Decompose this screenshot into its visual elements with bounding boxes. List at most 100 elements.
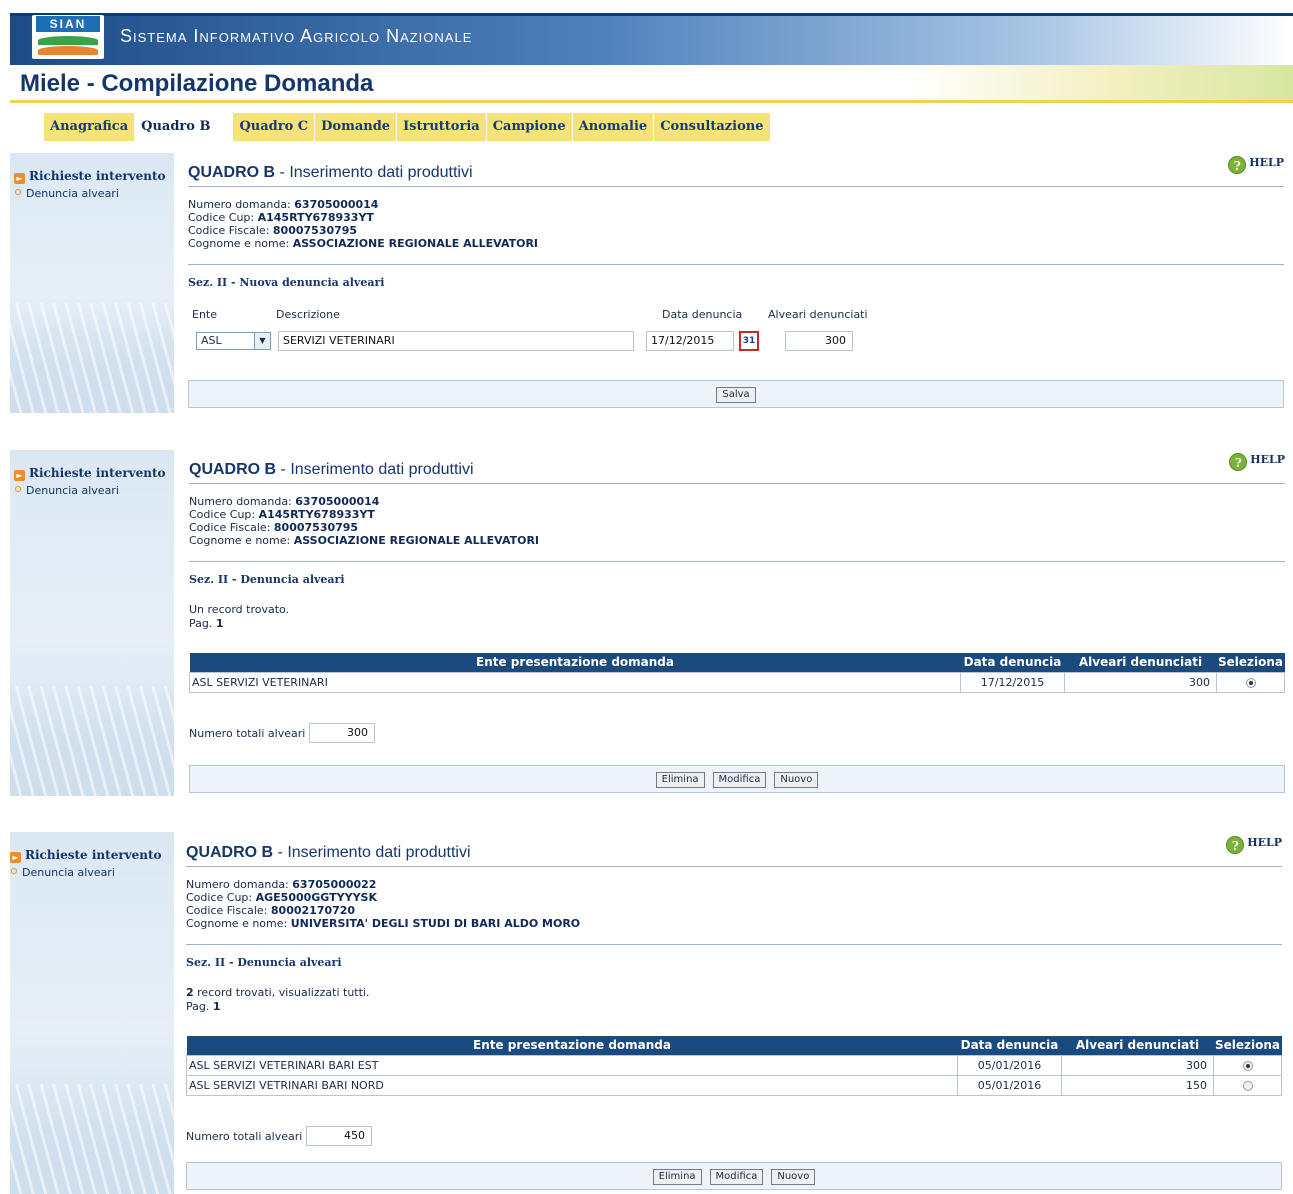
chevron-down-icon[interactable]: ▼ bbox=[254, 333, 270, 349]
sidebar-item-richieste[interactable]: ► Richieste intervento bbox=[10, 848, 162, 863]
title-strong: QUADRO B bbox=[186, 844, 274, 861]
totali-input[interactable]: 300 bbox=[309, 723, 375, 743]
arrow-right-icon: ► bbox=[14, 173, 25, 184]
help-icon: ? bbox=[1228, 156, 1247, 174]
ente-select[interactable]: ASL ▼ bbox=[196, 332, 271, 350]
value-cup: A145RTY678933YT bbox=[257, 211, 374, 224]
bullet-icon bbox=[11, 868, 17, 874]
help-link[interactable]: ? HELP bbox=[1226, 836, 1282, 854]
page-number: 1 bbox=[212, 1000, 221, 1013]
sidebar-item-label: Richieste intervento bbox=[29, 169, 166, 183]
button-bar: Elimina Modifica Nuovo bbox=[186, 1162, 1282, 1190]
divider bbox=[189, 561, 1285, 562]
sidebar-item-denuncia[interactable]: Denuncia alveari bbox=[14, 187, 119, 200]
value-nome: ASSOCIAZIONE REGIONALE ALLEVATORI bbox=[293, 534, 540, 547]
table-row[interactable]: ASL SERVIZI VETERINARI BARI EST 05/01/20… bbox=[186, 1054, 1282, 1076]
elimina-button[interactable]: Elimina bbox=[652, 1169, 702, 1185]
records-message: Un record trovato. Pag. 1 bbox=[189, 603, 289, 631]
sidebar-item-denuncia[interactable]: Denuncia alveari bbox=[10, 866, 115, 879]
divider bbox=[189, 483, 1285, 484]
label-descrizione: Descrizione bbox=[276, 308, 340, 321]
page-title: QUADRO B - Inserimento dati produttivi bbox=[189, 461, 474, 479]
cell-seleziona bbox=[1216, 671, 1285, 693]
ente-select-value: ASL bbox=[201, 334, 222, 347]
label-cup: Codice Cup: bbox=[189, 508, 259, 521]
col-seleziona: Seleziona bbox=[1213, 1036, 1282, 1055]
cell-alveari: 300 bbox=[1061, 1054, 1214, 1076]
select-radio[interactable] bbox=[1242, 1060, 1253, 1071]
section-title: Sez. II - Denuncia alveari bbox=[186, 956, 342, 969]
menu-tab-consultazione[interactable]: Consultazione bbox=[654, 113, 771, 141]
sidebar-item-denuncia[interactable]: Denuncia alveari bbox=[14, 484, 119, 497]
col-ente: Ente presentazione domanda bbox=[189, 653, 961, 672]
select-radio[interactable] bbox=[1245, 677, 1256, 688]
salva-button[interactable]: Salva bbox=[716, 387, 756, 403]
divider bbox=[186, 944, 1282, 945]
value-numero: 63705000022 bbox=[292, 878, 377, 891]
value-cup: AGE5000GGTYYYSK bbox=[255, 891, 377, 904]
panel-nuova-denuncia: ? HELP QUADRO B - Inserimento dati produt… bbox=[188, 156, 1284, 408]
modifica-button[interactable]: Modifica bbox=[712, 772, 767, 788]
sidebar-item-richieste[interactable]: ► Richieste intervento bbox=[14, 466, 166, 481]
table-row[interactable]: ASL SERVIZI VETRINARI BARI NORD 05/01/20… bbox=[186, 1074, 1282, 1096]
select-radio[interactable] bbox=[1242, 1080, 1253, 1091]
divider bbox=[188, 186, 1284, 187]
menu-tab-domande[interactable]: Domande bbox=[315, 113, 398, 141]
logo-wave-green bbox=[38, 36, 98, 45]
cell-ente: ASL SERVIZI VETERINARI bbox=[189, 671, 961, 693]
bullet-icon bbox=[15, 486, 21, 492]
header-underline bbox=[10, 100, 1293, 103]
table-row[interactable]: ASL SERVIZI VETERINARI 17/12/2015 300 bbox=[189, 671, 1285, 693]
label-ente: Ente bbox=[192, 308, 218, 321]
descrizione-input[interactable]: SERVIZI VETERINARI bbox=[278, 331, 634, 351]
cell-alveari: 150 bbox=[1061, 1074, 1214, 1096]
value-numero: 63705000014 bbox=[295, 495, 380, 508]
arrow-right-icon: ► bbox=[10, 852, 21, 863]
label-nome: Cognome e nome: bbox=[189, 534, 294, 547]
title-rest: - Inserimento dati produttivi bbox=[275, 164, 473, 181]
sidebar-item-label: Richieste intervento bbox=[29, 466, 166, 480]
page-label: Pag. bbox=[186, 1000, 213, 1013]
alveari-input[interactable]: 300 bbox=[785, 331, 853, 351]
menu-tab-anagrafica[interactable]: Anagrafica bbox=[44, 113, 136, 141]
sidebar: ► Richieste intervento Denuncia alveari bbox=[10, 153, 174, 413]
nuovo-button[interactable]: Nuovo bbox=[774, 772, 819, 788]
help-link[interactable]: ? HELP bbox=[1229, 453, 1285, 471]
value-cf: 80002170720 bbox=[270, 904, 356, 917]
value-cf: 80007530795 bbox=[272, 224, 358, 237]
label-numero: Numero domanda: bbox=[189, 495, 296, 508]
sidebar-item-richieste[interactable]: ► Richieste intervento bbox=[14, 169, 166, 184]
label-alveari: Alveari denunciati bbox=[768, 308, 868, 321]
title-rest: - Inserimento dati produttivi bbox=[276, 461, 474, 478]
panel-denuncia-alveari: ? HELP QUADRO B - Inserimento dati produt… bbox=[186, 836, 1282, 1192]
modifica-button[interactable]: Modifica bbox=[709, 1169, 764, 1185]
domanda-info: Numero domanda: 63705000022 Codice Cup: … bbox=[186, 878, 580, 930]
menu-tab-quadro-c[interactable]: Quadro C bbox=[233, 113, 316, 141]
totali-input[interactable]: 450 bbox=[306, 1126, 372, 1146]
cell-data: 05/01/2016 bbox=[957, 1054, 1062, 1076]
denunce-table: Ente presentazione domanda Data denuncia… bbox=[186, 1036, 1282, 1096]
page-title: QUADRO B - Inserimento dati produttivi bbox=[188, 164, 473, 182]
label-cf: Codice Fiscale: bbox=[188, 224, 273, 237]
cell-data: 17/12/2015 bbox=[960, 671, 1065, 693]
label-cf: Codice Fiscale: bbox=[189, 521, 274, 534]
menu-tab-istruttoria[interactable]: Istruttoria bbox=[397, 113, 487, 141]
records-message: 2 record trovati, visualizzati tutti. Pa… bbox=[186, 986, 369, 1014]
divider bbox=[186, 866, 1282, 867]
cell-seleziona bbox=[1213, 1074, 1282, 1096]
help-link[interactable]: ? HELP bbox=[1228, 156, 1284, 174]
elimina-button[interactable]: Elimina bbox=[655, 772, 705, 788]
cell-ente: ASL SERVIZI VETERINARI BARI EST bbox=[186, 1054, 958, 1076]
menu-tab-campione[interactable]: Campione bbox=[486, 113, 573, 141]
sidebar-item-label: Richieste intervento bbox=[25, 848, 162, 862]
data-denuncia-input[interactable]: 17/12/2015 bbox=[646, 331, 734, 351]
nuovo-button[interactable]: Nuovo bbox=[771, 1169, 816, 1185]
table-header-row: Ente presentazione domanda Data denuncia… bbox=[189, 653, 1285, 672]
sidebar: ► Richieste intervento Denuncia alveari bbox=[10, 450, 174, 796]
calendar-icon[interactable]: 31 bbox=[739, 331, 759, 351]
col-alveari: Alveari denunciati bbox=[1064, 653, 1217, 672]
menu-tab-quadro-b[interactable]: Quadro B bbox=[135, 113, 218, 141]
sidebar-wheat-bg bbox=[10, 303, 174, 413]
cell-alveari: 300 bbox=[1064, 671, 1217, 693]
menu-tab-anomalie[interactable]: Anomalie bbox=[572, 113, 655, 141]
